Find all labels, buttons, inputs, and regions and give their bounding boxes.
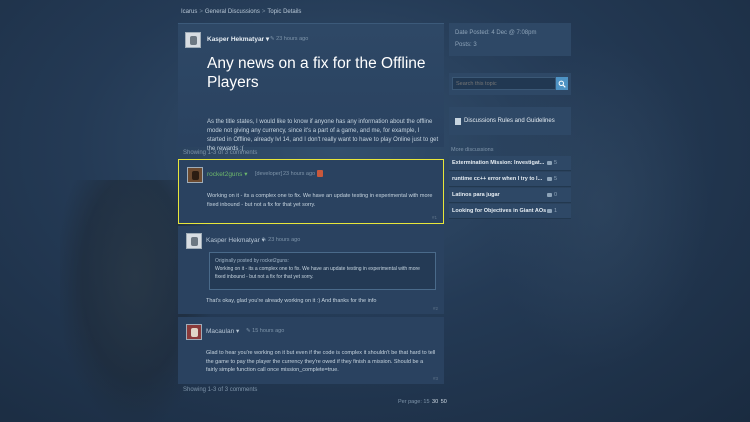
comment-author[interactable]: Kasper Hekmatyar ▾	[206, 236, 265, 244]
avatar[interactable]	[185, 32, 201, 48]
developer-label: [developer]	[255, 171, 283, 177]
topic-search	[449, 73, 571, 95]
search-icon	[558, 80, 566, 88]
comment: rocket2guns ▾ [developer] 23 hours ago W…	[178, 159, 444, 224]
comment-body: Glad to hear you're working on it but ev…	[206, 350, 436, 373]
per-page-15[interactable]: 15	[423, 399, 429, 405]
comment-icon	[547, 177, 552, 181]
comment-body: That's okay, glad you're already working…	[206, 298, 377, 304]
more-discussion-item[interactable]: Looking for Objectives in Giant AOs 1	[449, 204, 571, 219]
op-author[interactable]: Kasper Hekmatyar ▾	[207, 35, 269, 43]
comment-time: ✎ 15 hours ago	[246, 328, 285, 334]
quote-body: Working on it - its a complex one to fix…	[215, 266, 420, 280]
comment-count-bottom: Showing 1-3 of 3 comments	[183, 387, 258, 393]
comment-time: ✎ 23 hours ago	[262, 237, 301, 243]
comment-body: Working on it - its a complex one to fix…	[207, 193, 433, 208]
per-page-selector: Per page: 15 30 50	[398, 399, 447, 405]
per-page-30[interactable]: 30	[432, 399, 438, 405]
search-input[interactable]	[452, 77, 556, 90]
comment-number: #3	[432, 376, 438, 381]
avatar[interactable]	[186, 233, 202, 249]
comment-number: #2	[432, 306, 438, 311]
comment-count-top: Showing 1-3 of 3 comments	[183, 150, 258, 156]
dev-badge-icon	[317, 170, 323, 177]
per-page-50[interactable]: 50	[441, 399, 447, 405]
date-posted: Date Posted: 4 Dec @ 7:08pm	[455, 30, 537, 36]
rules-link[interactable]: Discussions Rules and Guidelines	[449, 107, 571, 135]
op-time: ✎ 23 hours ago	[270, 36, 309, 42]
more-discussions-heading: More discussions	[451, 147, 494, 153]
comment-author[interactable]: Macaulan ▾	[206, 327, 239, 335]
comment-icon	[547, 193, 552, 197]
more-discussion-item[interactable]: Latinos para jugar 0	[449, 188, 571, 203]
post-count: Posts: 3	[455, 42, 477, 48]
more-discussion-item[interactable]: runtime cc++ error when I try to l... 5	[449, 172, 571, 187]
breadcrumb-game[interactable]: Icarus	[181, 9, 197, 15]
op-body: As the title states, I would like to kno…	[207, 119, 439, 152]
breadcrumb-section[interactable]: General Discussions	[205, 9, 260, 15]
breadcrumb: Icarus > General Discussions > Topic Details	[181, 9, 302, 15]
more-discussion-item[interactable]: Extermination Mission: Investigat... 5	[449, 156, 571, 171]
comment-time: 23 hours ago	[283, 171, 316, 177]
rules-label: Discussions Rules and Guidelines	[464, 118, 555, 124]
comment-icon	[547, 161, 552, 165]
topic-title: Any news on a fix for the Offline Player…	[207, 55, 426, 91]
quote-header: Originally posted by rocket2guns:	[215, 258, 289, 264]
topic-info: Date Posted: 4 Dec @ 7:08pm Posts: 3	[449, 23, 571, 56]
quote-block: Originally posted by rocket2guns: Workin…	[209, 252, 436, 290]
search-button[interactable]	[556, 77, 568, 90]
comment-icon	[547, 209, 552, 213]
comment: Kasper Hekmatyar ▾ ✎ 23 hours ago Origin…	[178, 226, 444, 314]
avatar[interactable]	[187, 167, 203, 183]
comment: Macaulan ▾ ✎ 15 hours ago Glad to hear y…	[178, 317, 444, 384]
comment-author[interactable]: rocket2guns ▾	[207, 170, 248, 178]
avatar[interactable]	[186, 324, 202, 340]
breadcrumb-page: Topic Details	[267, 9, 302, 15]
document-icon	[455, 117, 461, 125]
original-post: Kasper Hekmatyar ▾ ✎ 23 hours ago Any ne…	[178, 23, 444, 152]
comment-number: #1	[431, 215, 437, 220]
